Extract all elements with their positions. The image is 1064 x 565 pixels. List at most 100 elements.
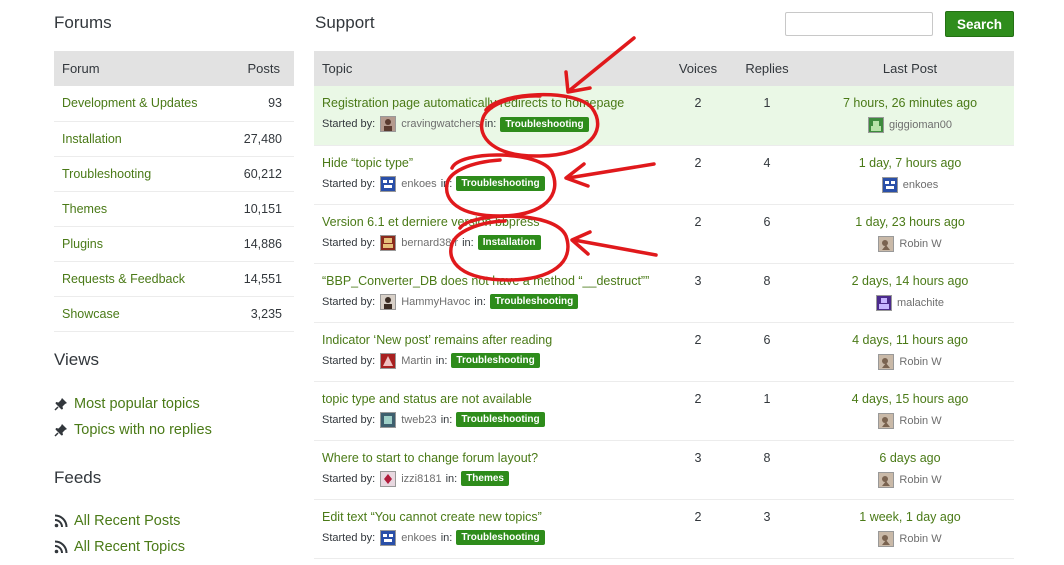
topic-title-link[interactable]: Registration page automatically redirect… bbox=[322, 96, 668, 110]
author-link[interactable]: cravingwatchers bbox=[401, 118, 480, 130]
voices-count: 2 bbox=[694, 509, 702, 524]
last-poster: Robin W bbox=[878, 235, 942, 252]
last-poster-link[interactable]: malachite bbox=[897, 297, 944, 309]
avatar[interactable] bbox=[380, 116, 397, 132]
topic-table-header: Topic Voices Replies Last Post bbox=[314, 51, 1014, 86]
avatar[interactable] bbox=[878, 353, 895, 370]
in-label: in: bbox=[462, 236, 474, 249]
forum-badge[interactable]: Troubleshooting bbox=[456, 412, 545, 427]
feed-link-recent-topics[interactable]: All Recent Topics bbox=[74, 539, 185, 555]
last-poster-link[interactable]: Robin W bbox=[899, 356, 941, 368]
last-poster: Robin W bbox=[878, 412, 942, 429]
rss-icon bbox=[54, 540, 74, 554]
author-link[interactable]: Martin bbox=[401, 355, 432, 367]
freshness-link[interactable]: 1 day, 7 hours ago bbox=[806, 156, 1014, 170]
avatar[interactable] bbox=[380, 470, 397, 487]
freshness-link[interactable]: 4 days, 15 hours ago bbox=[806, 392, 1014, 406]
replies-count: 6 bbox=[763, 214, 771, 229]
avatar[interactable] bbox=[868, 117, 884, 133]
last-poster-link[interactable]: Robin W bbox=[899, 415, 941, 427]
pin-icon bbox=[54, 423, 74, 437]
avatar[interactable] bbox=[881, 176, 898, 193]
started-by-label: Started by: bbox=[322, 236, 376, 249]
avatar[interactable] bbox=[878, 530, 895, 547]
author-link[interactable]: tweb23 bbox=[401, 414, 436, 426]
last-poster: Robin W bbox=[878, 530, 942, 547]
freshness-link[interactable]: 6 days ago bbox=[806, 451, 1014, 465]
forum-badge[interactable]: Troubleshooting bbox=[456, 530, 545, 545]
avatar[interactable] bbox=[380, 234, 397, 251]
started-by-label: Started by: bbox=[322, 413, 376, 426]
feeds-heading: Feeds bbox=[54, 468, 102, 487]
author-link[interactable]: bernard38fr bbox=[401, 237, 458, 249]
avatar[interactable] bbox=[878, 412, 895, 429]
author-link[interactable]: izzi8181 bbox=[401, 473, 441, 485]
forum-link[interactable]: Requests & Feedback bbox=[62, 272, 185, 286]
feeds-list: All Recent Posts All Recent Topics bbox=[54, 508, 185, 560]
col-last-post-header: Last Post bbox=[806, 51, 1014, 86]
topic-title-link[interactable]: topic type and status are not available bbox=[322, 392, 668, 406]
author-link[interactable]: HammyHavoc bbox=[401, 296, 470, 308]
last-poster-link[interactable]: enkoes bbox=[903, 179, 938, 191]
forum-row: Requests & Feedback 14,551 bbox=[54, 261, 294, 297]
forum-table-header: Forum Posts bbox=[54, 51, 294, 86]
avatar[interactable] bbox=[875, 294, 892, 311]
feed-link-recent-posts[interactable]: All Recent Posts bbox=[74, 513, 180, 529]
avatar[interactable] bbox=[380, 293, 397, 310]
voices-count: 3 bbox=[694, 450, 702, 465]
avatar[interactable] bbox=[380, 175, 397, 192]
search-input[interactable] bbox=[785, 12, 933, 36]
topic-title-link[interactable]: Version 6.1 et derniere version bbpress bbox=[322, 215, 668, 229]
topic-title-link[interactable]: Edit text “You cannot create new topics” bbox=[322, 510, 668, 524]
topic-title-link[interactable]: Hide “topic type” bbox=[322, 156, 668, 170]
view-link-no-replies[interactable]: Topics with no replies bbox=[74, 422, 212, 438]
freshness-link[interactable]: 2 days, 14 hours ago bbox=[806, 274, 1014, 288]
pin-icon bbox=[54, 397, 74, 411]
avatar[interactable] bbox=[878, 235, 895, 252]
forum-badge[interactable]: Troubleshooting bbox=[489, 294, 579, 309]
search-button[interactable]: Search bbox=[945, 11, 1014, 37]
forum-badge[interactable]: Troubleshooting bbox=[500, 116, 589, 132]
avatar[interactable] bbox=[380, 352, 397, 369]
forum-link[interactable]: Showcase bbox=[62, 307, 120, 321]
last-poster-link[interactable]: Robin W bbox=[899, 474, 941, 486]
forum-post-count: 10,151 bbox=[231, 191, 294, 227]
forum-badge[interactable]: Troubleshooting bbox=[451, 353, 540, 368]
freshness-link[interactable]: 4 days, 11 hours ago bbox=[806, 333, 1014, 347]
forum-link[interactable]: Plugins bbox=[62, 237, 103, 251]
freshness-link[interactable]: 1 week, 1 day ago bbox=[806, 510, 1014, 524]
forum-row: Themes 10,151 bbox=[54, 191, 294, 227]
topic-meta: Started by: Martin in: Troubleshooting bbox=[322, 352, 668, 369]
forum-badge[interactable]: Themes bbox=[461, 471, 509, 486]
forum-link[interactable]: Installation bbox=[62, 132, 122, 146]
view-link-most-popular[interactable]: Most popular topics bbox=[74, 396, 200, 412]
last-poster-link[interactable]: giggioman00 bbox=[889, 119, 952, 131]
last-poster-link[interactable]: Robin W bbox=[899, 238, 941, 250]
col-replies-header: Replies bbox=[728, 51, 806, 86]
forum-row: Plugins 14,886 bbox=[54, 226, 294, 262]
forum-badge[interactable]: Troubleshooting bbox=[456, 176, 545, 191]
author-link[interactable]: enkoes bbox=[401, 178, 436, 190]
topic-title-link[interactable]: “BBP_Converter_DB does not have a method… bbox=[322, 274, 668, 288]
freshness-link[interactable]: 7 hours, 26 minutes ago bbox=[806, 96, 1014, 110]
topic-row: Indicator ‘New post’ remains after readi… bbox=[314, 322, 1014, 382]
topic-meta: Started by: enkoes in: Troubleshooting bbox=[322, 175, 668, 192]
forum-badge[interactable]: Installation bbox=[477, 235, 541, 250]
topic-row: Hide “topic type” Started by: enkoes in:… bbox=[314, 145, 1014, 205]
forum-row: Troubleshooting 60,212 bbox=[54, 156, 294, 192]
topic-title-link[interactable]: Where to start to change forum layout? bbox=[322, 451, 668, 465]
avatar[interactable] bbox=[878, 471, 895, 488]
forum-link[interactable]: Troubleshooting bbox=[62, 167, 151, 181]
avatar[interactable] bbox=[380, 411, 397, 428]
forum-link[interactable]: Development & Updates bbox=[62, 96, 198, 110]
voices-count: 3 bbox=[694, 273, 702, 288]
freshness-link[interactable]: 1 day, 23 hours ago bbox=[806, 215, 1014, 229]
in-label: in: bbox=[440, 413, 453, 426]
avatar[interactable] bbox=[380, 529, 397, 546]
author-link[interactable]: enkoes bbox=[401, 532, 436, 544]
col-topic-header: Topic bbox=[314, 51, 668, 86]
topic-title-link[interactable]: Indicator ‘New post’ remains after readi… bbox=[322, 333, 668, 347]
voices-count: 2 bbox=[694, 155, 702, 170]
forum-link[interactable]: Themes bbox=[62, 202, 107, 216]
last-poster-link[interactable]: Robin W bbox=[899, 533, 941, 545]
